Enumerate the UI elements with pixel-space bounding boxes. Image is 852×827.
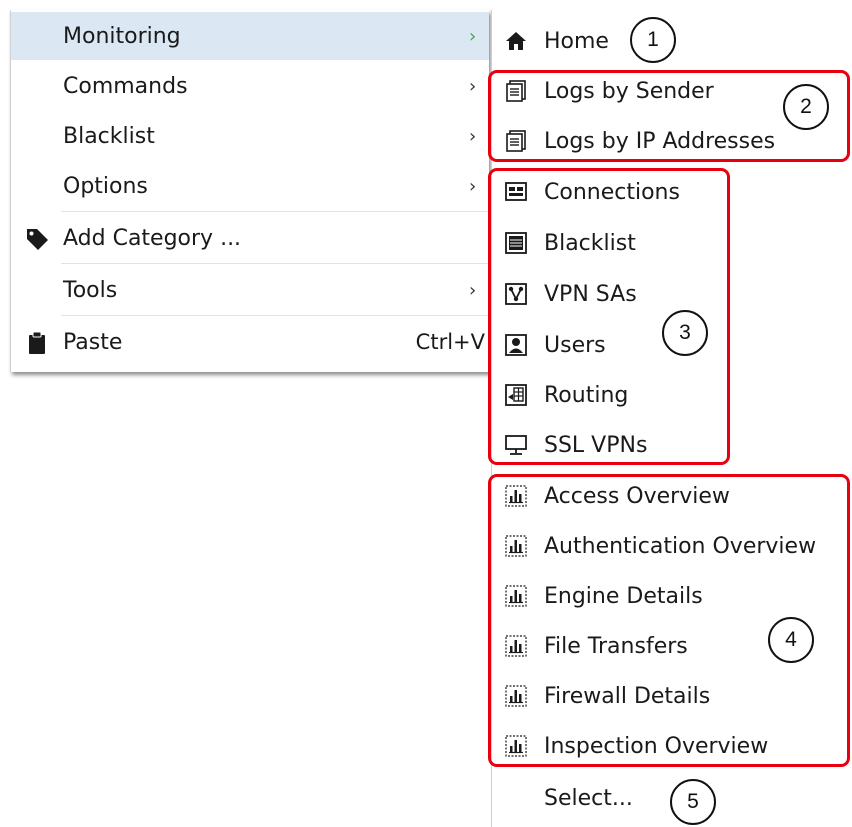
menu-item-label: Paste (63, 329, 123, 355)
menu-item-monitoring[interactable]: Monitoring › (11, 12, 489, 60)
menu-item-blacklist[interactable]: Blacklist › (11, 112, 489, 160)
menu-item-label: Blacklist (63, 123, 155, 149)
submenu-item-label: Select... (544, 786, 633, 811)
menu-item-label: Options (63, 173, 148, 199)
submenu-arrow-icon: › (469, 25, 477, 47)
menu-item-label: Commands (63, 73, 188, 99)
menu-item-label: Monitoring (63, 23, 181, 49)
menu-item-commands[interactable]: Commands › (11, 62, 489, 110)
menu-item-tools[interactable]: Tools › (11, 266, 489, 314)
callout-number: 1 (630, 17, 676, 63)
menu-item-label: Tools (63, 277, 118, 303)
clipboard-icon (25, 331, 49, 355)
tag-icon (25, 227, 49, 251)
submenu-arrow-icon: › (469, 279, 477, 301)
menu-item-add-category[interactable]: Add Category ... (11, 214, 489, 262)
home-icon (505, 30, 527, 52)
submenu-arrow-icon: › (469, 125, 477, 147)
callout-number: 3 (662, 310, 708, 356)
menu-separator (61, 263, 489, 264)
submenu-item-label: Home (544, 29, 609, 54)
callout-number: 5 (670, 779, 716, 825)
submenu-arrow-icon: › (469, 175, 477, 197)
context-menu: Monitoring › Commands › Blacklist › Opti… (10, 10, 489, 372)
keyboard-shortcut: Ctrl+V (415, 330, 485, 354)
menu-item-options[interactable]: Options › (11, 162, 489, 210)
callout-number: 4 (768, 617, 814, 663)
menu-item-label: Add Category ... (63, 225, 242, 251)
menu-separator (61, 315, 489, 316)
callout-number: 2 (783, 84, 829, 130)
submenu-arrow-icon: › (469, 75, 477, 97)
screenshot-stage: Monitoring › Commands › Blacklist › Opti… (0, 0, 852, 827)
menu-separator (61, 211, 489, 212)
menu-item-paste[interactable]: Paste Ctrl+V (11, 318, 489, 366)
